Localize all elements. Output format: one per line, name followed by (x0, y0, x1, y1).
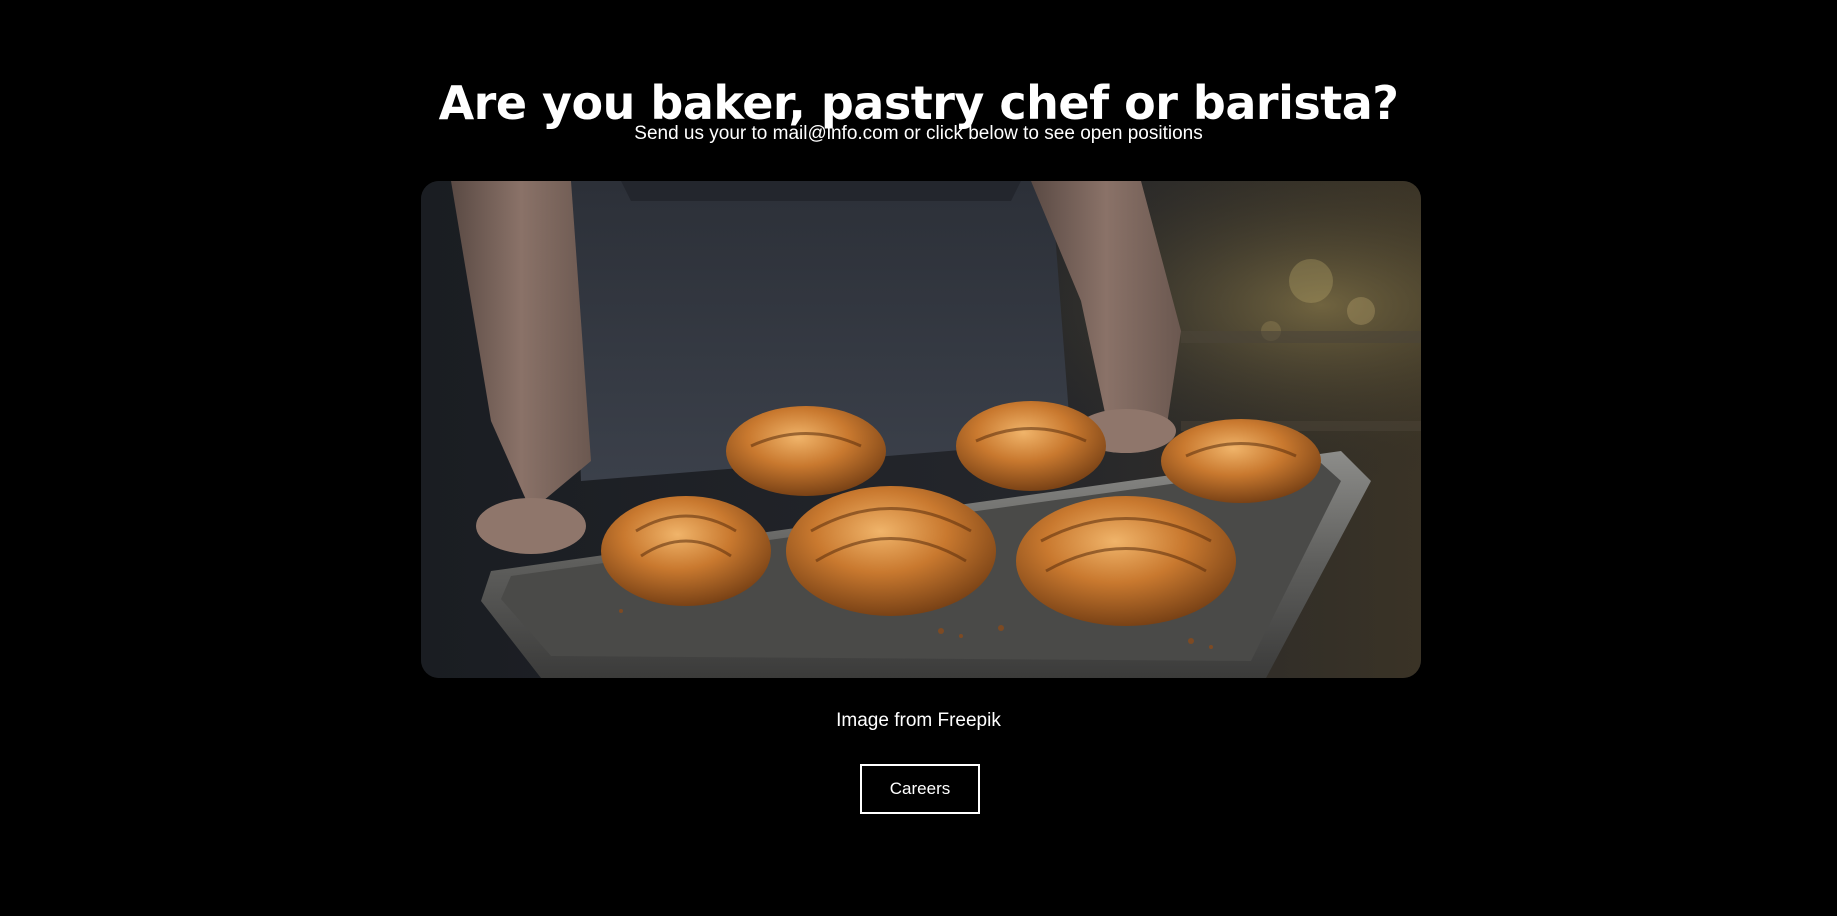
image-credit: Image from Freepik (836, 710, 1001, 731)
croissants-photo (421, 181, 1421, 678)
careers-button[interactable]: Careers (860, 764, 980, 814)
croissants-illustration (421, 181, 1421, 678)
page-subtitle: Send us your to mail@info.com or click b… (634, 123, 1203, 144)
